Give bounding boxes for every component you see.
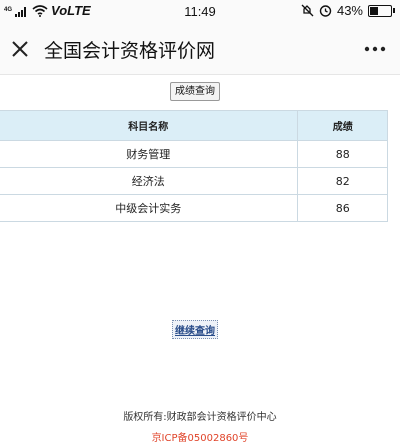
battery-icon — [368, 4, 395, 17]
alarm-icon — [319, 5, 332, 17]
header-subject: 科目名称 — [0, 110, 299, 141]
copyright-text: 版权所有:财政部会计资格评价中心 — [123, 412, 277, 423]
table-row: 中级会计实务 86 — [0, 194, 388, 222]
score-cell: 82 — [297, 167, 388, 195]
score-cell: 88 — [297, 140, 388, 168]
battery-percent: 43% — [336, 3, 363, 18]
table-row: 经济法 82 — [0, 167, 388, 195]
subject-cell: 中级会计实务 — [0, 194, 299, 222]
close-icon[interactable] — [8, 37, 32, 61]
table-row: 财务管理 88 — [0, 140, 388, 168]
header-score: 成绩 — [297, 110, 388, 141]
subject-cell: 财务管理 — [0, 140, 299, 168]
table-header-row: 科目名称 成绩 — [0, 110, 388, 141]
score-table: 科目名称 成绩 财务管理 88 经济法 82 中级会计实务 86 — [0, 110, 388, 222]
mute-icon — [301, 4, 314, 17]
status-bar: 4G VoLTE 11:49 43% — [0, 0, 400, 24]
continue-query-link[interactable]: 继续查询 — [172, 320, 218, 339]
status-right: 43% — [301, 3, 395, 18]
icp-link[interactable]: 京ICP备05002860号 — [0, 429, 400, 444]
page-title: 全国会计资格评价网 — [44, 40, 216, 62]
score-cell: 86 — [297, 194, 388, 222]
app-bar: 全国会计资格评价网 — [0, 24, 400, 75]
more-options-icon[interactable] — [364, 46, 386, 52]
score-query-button[interactable]: 成绩查询 — [170, 82, 220, 101]
subject-cell: 经济法 — [0, 167, 299, 195]
battery-fill — [370, 6, 378, 15]
